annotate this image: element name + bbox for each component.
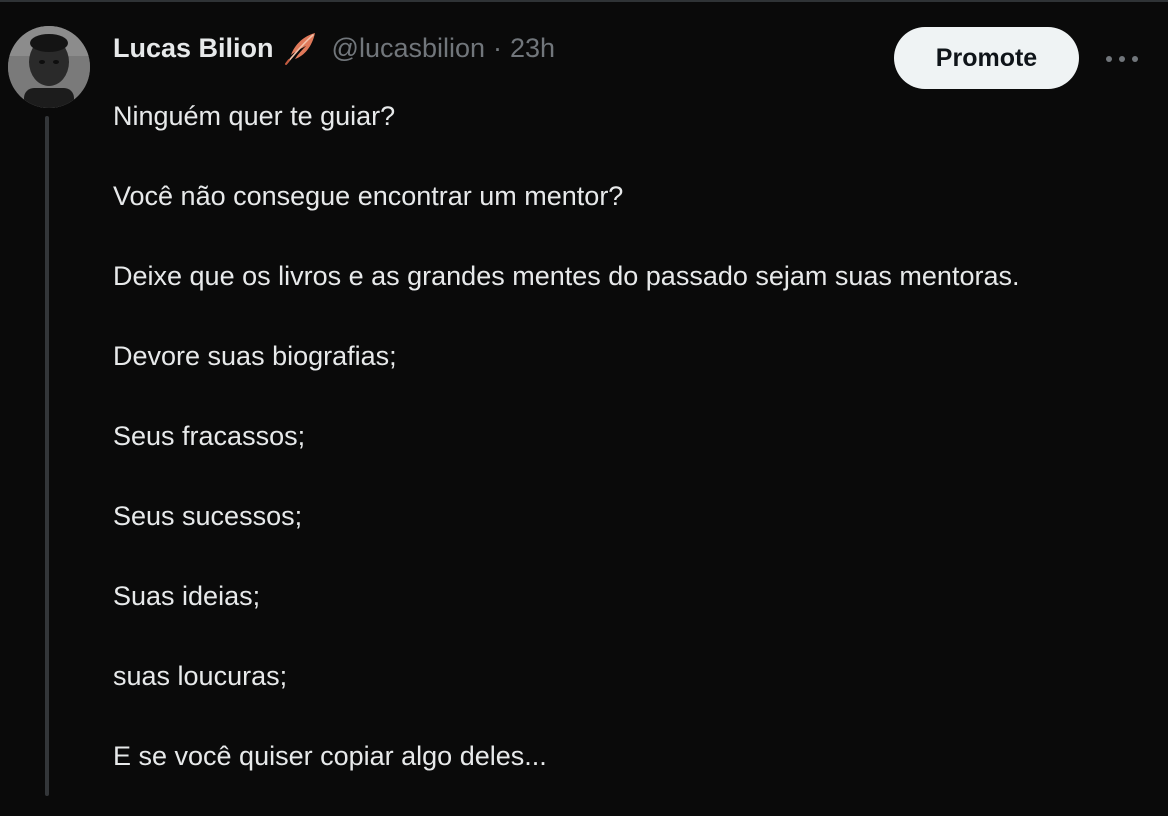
avatar[interactable] (8, 26, 90, 108)
tweet-line: Suas ideias; (113, 581, 261, 611)
promote-button[interactable]: Promote (894, 27, 1079, 89)
tweet-line: Você não consegue encontrar um mentor? (113, 181, 624, 211)
tweet-header: Lucas Bilion @lucasbilion · 23h (113, 28, 555, 68)
top-divider (0, 0, 1168, 2)
tweet-line: Deixe que os livros e as grandes mentes … (113, 261, 1020, 291)
tweet-line: Ninguém quer te guiar? (113, 101, 396, 131)
handle[interactable]: @lucasbilion (332, 33, 485, 64)
more-icon[interactable] (1100, 44, 1144, 74)
tweet-line: Seus fracassos; (113, 421, 306, 451)
thread-line (45, 116, 49, 796)
tweet-line: E se você quiser copiar algo deles... (113, 741, 547, 771)
tweet-line: Devore suas biografias; (113, 341, 397, 371)
tweet-text: Ninguém quer te guiar? Você não consegue… (113, 96, 1153, 816)
feather-icon (282, 31, 320, 65)
tweet-line: suas loucuras; (113, 661, 288, 691)
display-name[interactable]: Lucas Bilion (113, 33, 274, 64)
tweet-line: Seus sucessos; (113, 501, 303, 531)
timestamp[interactable]: 23h (510, 33, 555, 64)
separator-dot: · (493, 32, 503, 63)
